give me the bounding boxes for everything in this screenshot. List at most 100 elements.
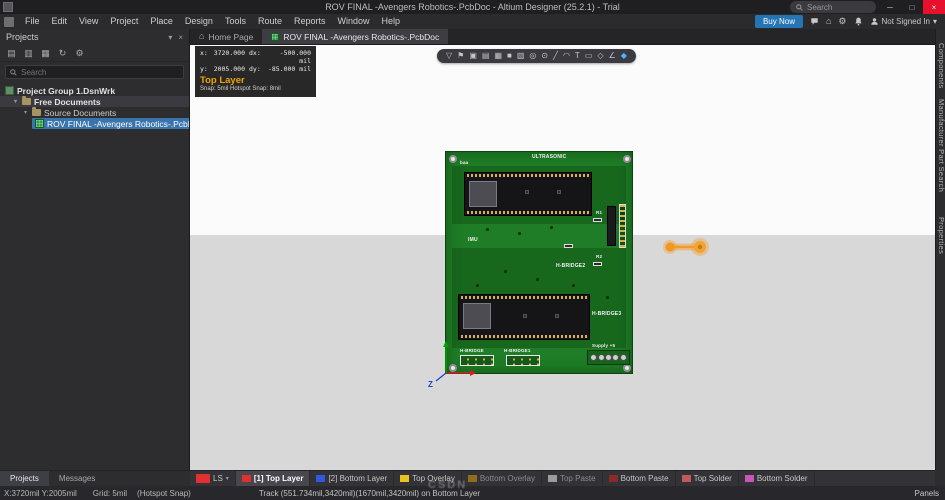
home-icon[interactable]: ⌂ [826,14,831,29]
silkscreen-label: R2 [596,254,603,259]
selection-icon[interactable]: ▣ [469,49,477,63]
interactive-pointer-icon[interactable]: ◆ [621,49,627,63]
tree-item-free-documents[interactable]: ▾ Free Documents [0,96,189,107]
selected-document-row[interactable]: ROV FINAL -Avengers Robotics-.PcbDoc [32,118,189,129]
measure-icon[interactable]: ∠ [609,49,616,63]
terminal-screw [612,354,620,361]
arc-icon[interactable]: ◠ [563,49,570,63]
smd-resistor [564,244,573,248]
tab-label: Home Page [208,31,254,42]
tree-item-label: Project Group 1.DsnWrk [17,85,116,96]
layer-tab-bottom-overlay[interactable]: Bottom Overlay [462,471,542,486]
buy-now-button[interactable]: Buy Now [754,15,803,28]
layer-sets-control[interactable]: LS ▾ [190,471,236,486]
layer-tab-label: [1] Top Layer [253,474,304,483]
refresh-icon[interactable]: ↻ [55,47,70,60]
tab-projects[interactable]: Projects [0,471,49,486]
layer-tab-top-solder[interactable]: Top Solder [676,471,739,486]
menu-place[interactable]: Place [144,14,179,29]
altium-logo-icon[interactable] [4,16,14,27]
layer-tab-bottom-paste[interactable]: Bottom Paste [603,471,676,486]
close-button[interactable]: × [923,0,945,14]
layer-tab-label: Top Paste [559,474,596,483]
component-icon[interactable]: ▭ [585,49,593,63]
silkscreen-label: ULTRASONIC [532,154,567,160]
menu-reports[interactable]: Reports [288,14,332,29]
layer-tab-top-paste[interactable]: Top Paste [542,471,603,486]
hud-dx-value: -500.000 mil [279,49,311,65]
expand-arrow-icon[interactable]: ▾ [12,98,19,105]
settings-gear-icon[interactable]: ⚙ [838,14,846,29]
menu-route[interactable]: Route [252,14,288,29]
list-view-icon[interactable]: ▥ [21,47,36,60]
driver-ic[interactable] [607,206,616,246]
track-icon[interactable]: ╱ [553,49,558,63]
tab-home-page[interactable]: ⌂ Home Page [190,29,262,44]
mcu-module-top[interactable] [464,172,592,216]
tree-item-pcbdoc[interactable]: ROV FINAL -Avengers Robotics-.PcbDoc [0,118,189,129]
pin-header[interactable] [506,355,540,366]
menu-tools[interactable]: Tools [219,14,252,29]
silkscreen-label: R1 [596,210,603,215]
projects-search[interactable] [5,65,184,79]
hud-dy-value: -85.000 mil [267,65,311,73]
edge-connector[interactable] [619,204,626,248]
filter-icon[interactable]: ▽ [446,49,452,63]
compile-icon[interactable]: ▤ [4,47,19,60]
layer-color-swatch [316,475,326,482]
folder-icon [22,96,31,105]
menu-project[interactable]: Project [104,14,144,29]
minimize-button[interactable]: ─ [879,0,901,14]
pin-row [467,174,589,177]
via-icon[interactable]: ⊙ [541,49,548,63]
tab-manufacturer-part-search[interactable]: Manufacturer Part Search [937,99,945,192]
global-search[interactable]: Search [790,1,876,13]
maximize-button[interactable]: □ [901,0,923,14]
menu-help[interactable]: Help [376,14,407,29]
mcu-module-bottom[interactable] [458,294,590,340]
caret-down-icon: ▾ [225,476,229,482]
tab-pcbdoc[interactable]: ROV FINAL -Avengers Robotics-.PcbDoc [262,29,449,44]
panels-button[interactable]: Panels [915,489,939,498]
tab-components[interactable]: Components [937,43,945,89]
layer-tab-top-overlay[interactable]: Top Overlay [394,471,462,486]
hud-active-layer: Top Layer [200,75,245,86]
tab-messages[interactable]: Messages [49,471,105,486]
notifications-bell-icon[interactable] [854,17,863,26]
tree-item-source-documents[interactable]: ▾ Source Documents [0,107,189,118]
pad-icon[interactable]: ◎ [529,49,536,63]
polygon-icon[interactable]: ◇ [597,49,603,63]
status-message: Track (551.734mil,3420mil)(1670mil,3420m… [258,488,480,498]
region-icon[interactable]: ▧ [517,49,525,63]
tree-item-project-group[interactable]: Project Group 1.DsnWrk [0,85,189,96]
layer-color-swatch [241,475,251,482]
panel-settings-gear-icon[interactable]: ⚙ [72,47,87,60]
menu-design[interactable]: Design [179,14,219,29]
comments-icon[interactable] [810,17,819,26]
fill-icon[interactable]: ■ [507,49,512,63]
menu-file[interactable]: File [19,14,46,29]
expand-arrow-icon[interactable]: ▾ [22,109,29,116]
menu-edit[interactable]: Edit [46,14,74,29]
sign-in-control[interactable]: Not Signed In ▾ [870,17,937,26]
tab-label: ROV FINAL -Avengers Robotics-.PcbDoc [283,31,440,42]
menu-window[interactable]: Window [332,14,376,29]
panel-menu-caret-icon[interactable]: ▾ [168,33,172,42]
screw-terminal-block[interactable] [587,350,630,365]
grid-view-icon[interactable]: ▦ [38,47,53,60]
layer-tab-bottom-layer[interactable]: [2] Bottom Layer [310,471,395,486]
panel-close-icon[interactable]: × [178,33,183,42]
text-tool-icon[interactable]: T [575,49,580,63]
chip [555,314,559,318]
layer-tab-top-layer[interactable]: [1] Top Layer [235,471,311,486]
pcb-editor-canvas[interactable]: x: 3720.000 dx: -500.000 mil y: 2005.000… [190,45,935,470]
menu-view[interactable]: View [73,14,104,29]
grid-icon[interactable]: ▦ [494,49,502,63]
flag-icon[interactable]: ⚑ [457,49,464,63]
layer-tab-bottom-solder[interactable]: Bottom Solder [739,471,815,486]
via [486,228,489,231]
chip [523,314,527,318]
tab-properties[interactable]: Properties [937,217,945,254]
align-icon[interactable]: ▤ [482,49,490,63]
projects-search-input[interactable] [21,67,179,77]
